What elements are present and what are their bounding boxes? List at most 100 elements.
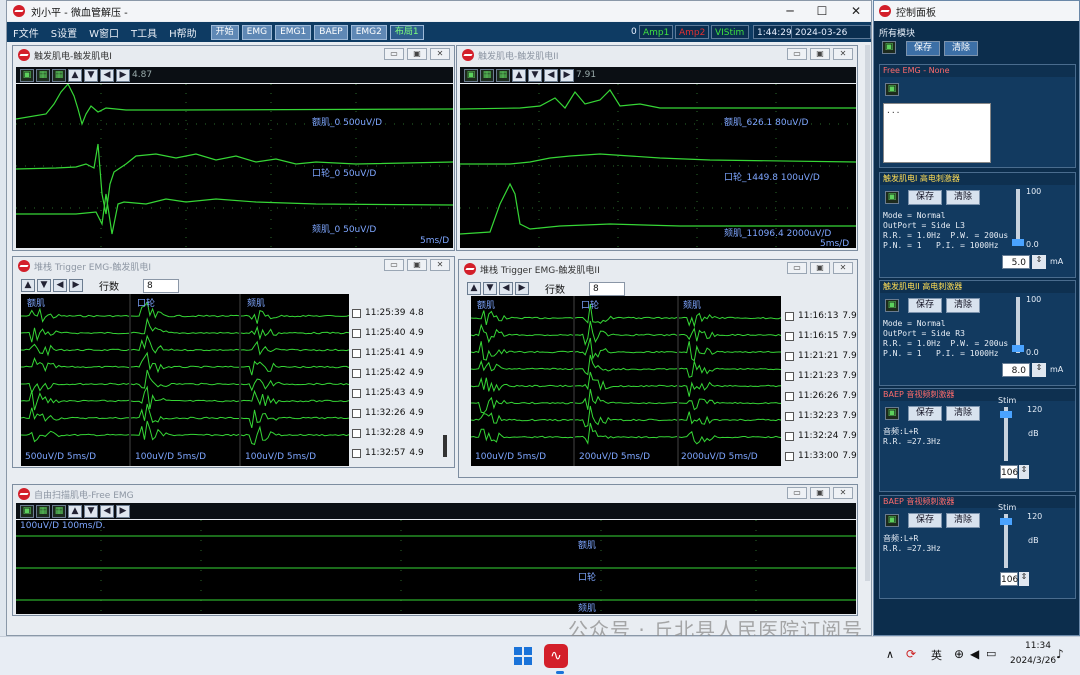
menu-settings[interactable]: S设置 xyxy=(45,25,83,40)
rows-select[interactable]: 8 xyxy=(143,278,179,293)
entry-checkbox[interactable] xyxy=(785,411,794,421)
entry-checkbox[interactable] xyxy=(352,448,361,458)
baep1-spin-icon[interactable]: ⇕ xyxy=(1019,465,1029,479)
up-icon[interactable]: ▲ xyxy=(68,504,82,518)
trigger-entry[interactable]: 11:32:57 4.9 xyxy=(352,443,424,463)
up-icon[interactable]: ▲ xyxy=(68,68,82,82)
emg-button[interactable]: EMG xyxy=(241,24,273,40)
menu-window[interactable]: W窗口 xyxy=(83,25,125,40)
baep1-slider[interactable] xyxy=(1000,407,1012,461)
entry-checkbox[interactable] xyxy=(352,428,361,438)
entry-checkbox[interactable] xyxy=(352,368,361,378)
close-button[interactable]: ✕ xyxy=(833,262,853,274)
entry-checkbox[interactable] xyxy=(785,311,794,321)
baep2-clear-button[interactable]: 清除 xyxy=(946,513,980,528)
minimize-button[interactable]: ▭ xyxy=(787,48,807,60)
left-icon[interactable]: ◀ xyxy=(499,282,513,295)
entry-checkbox[interactable] xyxy=(352,328,361,338)
maximize-button[interactable]: ▣ xyxy=(407,48,427,60)
maximize-button[interactable]: ▣ xyxy=(810,262,830,274)
minimize-button[interactable]: ▭ xyxy=(384,259,404,271)
trigger-entry[interactable]: 11:25:42 4.9 xyxy=(352,363,424,383)
trigger-entry[interactable]: 11:32:24 7.9 xyxy=(785,426,857,446)
network-icon[interactable]: ⊕ xyxy=(954,647,964,661)
monitor-icon[interactable]: ▣ xyxy=(885,299,899,312)
close-button[interactable]: ✕ xyxy=(430,259,450,271)
monitor-icon[interactable]: ▣ xyxy=(885,407,899,420)
save-all-button[interactable]: 保存 xyxy=(906,41,940,56)
battery-icon[interactable]: ▭ xyxy=(986,647,996,660)
chevron-up-icon[interactable]: ∧ xyxy=(886,648,894,661)
baep1-value-input[interactable]: 106 xyxy=(1000,465,1018,479)
baep1-clear-button[interactable]: 清除 xyxy=(946,406,980,421)
stim2-clear-button[interactable]: 清除 xyxy=(946,298,980,313)
maximize-button[interactable]: ☐ xyxy=(807,3,837,19)
baep2-spin-icon[interactable]: ⇕ xyxy=(1019,572,1029,586)
clock-date[interactable]: 2024/3/26 xyxy=(1010,656,1056,666)
baep2-slider[interactable] xyxy=(1000,514,1012,568)
right-icon[interactable]: ▶ xyxy=(69,279,83,292)
stim1-spin-icon[interactable]: ⇕ xyxy=(1032,255,1046,269)
entry-checkbox[interactable] xyxy=(352,408,361,418)
trigger-entry[interactable]: 11:33:00 7.9 xyxy=(785,446,857,466)
layout1-button[interactable]: 布局1 xyxy=(389,24,424,40)
trigger-entry[interactable]: 11:16:13 7.9 xyxy=(785,306,857,326)
stim1-value-input[interactable]: 5.0 xyxy=(1002,255,1030,269)
notification-bell-icon[interactable]: ♪ xyxy=(1056,647,1064,661)
stim2-slider-knob[interactable] xyxy=(1012,345,1024,352)
trigger-entry[interactable]: 11:32:26 4.9 xyxy=(352,403,424,423)
down-icon[interactable]: ▼ xyxy=(84,504,98,518)
grid-icon[interactable]: ▦ xyxy=(36,504,50,518)
close-button[interactable]: ✕ xyxy=(841,3,871,19)
trigger-entry[interactable]: 11:21:21 7.9 xyxy=(785,346,857,366)
main-scrollbar[interactable] xyxy=(865,45,870,581)
entry-checkbox[interactable] xyxy=(352,308,361,318)
app-taskbar-icon[interactable]: ∿ xyxy=(544,644,568,668)
right-icon[interactable]: ▶ xyxy=(116,68,130,82)
close-button[interactable]: ✕ xyxy=(430,48,450,60)
stim2-spin-icon[interactable]: ⇕ xyxy=(1032,363,1046,377)
trigger-entry[interactable]: 11:25:43 4.9 xyxy=(352,383,424,403)
minimize-button[interactable]: ▭ xyxy=(787,487,807,499)
entry-checkbox[interactable] xyxy=(352,348,361,358)
trigger-entry[interactable]: 11:21:23 7.9 xyxy=(785,366,857,386)
left-icon[interactable]: ◀ xyxy=(100,68,114,82)
maximize-button[interactable]: ▣ xyxy=(810,48,830,60)
right-icon[interactable]: ▶ xyxy=(560,68,574,82)
trigger-entry[interactable]: 11:32:28 4.9 xyxy=(352,423,424,443)
grid2-icon[interactable]: ▦ xyxy=(52,68,66,82)
down-icon[interactable]: ▼ xyxy=(84,68,98,82)
stim2-save-button[interactable]: 保存 xyxy=(908,298,942,313)
trigger-entry[interactable]: 11:25:41 4.9 xyxy=(352,343,424,363)
emg2-button[interactable]: EMG2 xyxy=(350,24,387,40)
entry-checkbox[interactable] xyxy=(785,371,794,381)
clear-all-button[interactable]: 清除 xyxy=(944,41,978,56)
grid2-icon[interactable]: ▦ xyxy=(52,504,66,518)
right-icon[interactable]: ▶ xyxy=(515,282,529,295)
grid2-icon[interactable]: ▦ xyxy=(496,68,510,82)
grid-icon[interactable]: ▦ xyxy=(36,68,50,82)
down-icon[interactable]: ▼ xyxy=(37,279,51,292)
baep2-save-button[interactable]: 保存 xyxy=(908,513,942,528)
entry-checkbox[interactable] xyxy=(785,431,794,441)
emg1-button[interactable]: EMG1 xyxy=(275,24,312,40)
menu-help[interactable]: H帮助 xyxy=(163,25,203,40)
minimize-button[interactable]: ▭ xyxy=(787,262,807,274)
sync-icon[interactable]: ⟳ xyxy=(906,647,916,661)
baep1-save-button[interactable]: 保存 xyxy=(908,406,942,421)
stim2-slider[interactable] xyxy=(1012,297,1024,353)
stim1-slider-knob[interactable] xyxy=(1012,239,1024,246)
up-icon[interactable]: ▲ xyxy=(467,282,481,295)
monitor-icon[interactable]: ▣ xyxy=(885,83,899,96)
maximize-button[interactable]: ▣ xyxy=(407,259,427,271)
up-icon[interactable]: ▲ xyxy=(21,279,35,292)
trigger-entry[interactable]: 11:25:39 4.8 xyxy=(352,303,424,323)
monitor-icon[interactable]: ▣ xyxy=(464,68,478,82)
right-icon[interactable]: ▶ xyxy=(116,504,130,518)
down-icon[interactable]: ▼ xyxy=(528,68,542,82)
monitor-icon[interactable]: ▣ xyxy=(885,514,899,527)
close-button[interactable]: ✕ xyxy=(833,487,853,499)
left-icon[interactable]: ◀ xyxy=(53,279,67,292)
left-icon[interactable]: ◀ xyxy=(100,504,114,518)
start-button[interactable]: 开始 xyxy=(210,24,239,40)
